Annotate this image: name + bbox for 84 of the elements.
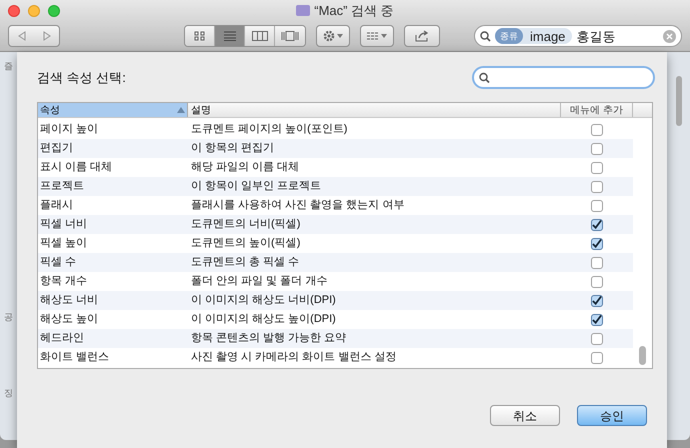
add-to-menu-checkbox[interactable]: [591, 200, 603, 212]
attribute-name: 화이트 밸런스: [39, 350, 110, 366]
attribute-description: 사진 촬영 시 카메라의 화이트 밸런스 설정: [190, 350, 398, 366]
column-header[interactable]: 메뉴에 추가: [561, 103, 633, 117]
caret-icon: [381, 34, 387, 38]
attribute-description: 이 항목이 일부인 프로젝트: [190, 179, 322, 194]
caret-icon: [337, 34, 343, 38]
attribute-description: 이 항목의 편집기: [190, 141, 276, 156]
attribute-description: 도큐멘트의 너비(픽셀): [190, 217, 302, 232]
arrange-button[interactable]: [360, 25, 394, 48]
view-mode-button[interactable]: [215, 26, 245, 46]
attribute-name: 표시 이름 대체: [39, 160, 114, 176]
forward-icon[interactable]: [42, 31, 50, 42]
attribute-description: 폴더 안의 파일 및 폴더 개수: [190, 274, 328, 290]
prompt-label: 검색 속성 선택:: [37, 68, 126, 87]
add-to-menu-checkbox[interactable]: [591, 276, 603, 288]
scroll-thumb[interactable]: [676, 76, 682, 126]
add-to-menu-checkbox[interactable]: [591, 162, 603, 174]
window-title: “Mac” 검색 중: [314, 2, 394, 20]
cover-flow-icon: [281, 31, 299, 42]
column-header[interactable]: 속성: [38, 103, 188, 117]
grid-icon: [367, 32, 379, 40]
attribute-description: 해당 파일의 이름 대체: [190, 160, 300, 176]
attribute-name: 플래시: [39, 198, 74, 214]
attribute-name: 항목 개수: [39, 274, 88, 290]
attribute-name: 페이지 높이: [39, 122, 100, 138]
search-token[interactable]: 종류 image: [495, 28, 572, 44]
add-to-menu-checkbox[interactable]: [591, 238, 603, 250]
sidebar-heading: 공: [4, 310, 13, 324]
attribute-name: 프로젝트: [39, 179, 85, 194]
attribute-description: 플래시를 사용하여 사진 촬영을 했는지 여부: [190, 198, 406, 214]
list-icon: [222, 31, 236, 42]
back-icon[interactable]: [18, 31, 26, 42]
gear-icon: [323, 30, 335, 42]
add-to-menu-checkbox[interactable]: [591, 256, 603, 268]
view-mode-button[interactable]: [185, 26, 215, 46]
icon-grid-icon: [194, 31, 206, 42]
add-to-menu-checkbox[interactable]: [591, 352, 603, 364]
minimize-icon[interactable]: [28, 4, 40, 17]
clear-icon[interactable]: [663, 30, 676, 43]
scroll-thumb[interactable]: [639, 346, 646, 365]
attribute-name: 픽셀 수: [39, 255, 78, 270]
view-mode-control[interactable]: [184, 25, 306, 48]
attribute-name: 픽셀 너비: [39, 217, 88, 232]
view-mode-button[interactable]: [245, 26, 275, 46]
attribute-description: 항목 콘텐츠의 발행 가능한 요약: [190, 331, 348, 346]
share-button[interactable]: [404, 25, 440, 48]
add-to-menu-checkbox[interactable]: [591, 142, 603, 154]
add-to-menu-checkbox[interactable]: [591, 294, 603, 306]
search-query: 홍길동: [576, 28, 616, 46]
dialog-button[interactable]: 취소: [490, 405, 560, 426]
add-to-menu-checkbox[interactable]: [591, 314, 603, 326]
attribute-name: 해상도 높이: [39, 312, 100, 328]
attribute-description: 도큐멘트 페이지의 높이(포인트): [190, 122, 348, 138]
token-value: image: [529, 28, 566, 46]
dialog-button[interactable]: 승인: [577, 405, 647, 426]
attribute-description: 도큐멘트의 높이(픽셀): [190, 236, 302, 252]
view-mode-button[interactable]: [275, 26, 305, 46]
columns-icon: [252, 31, 268, 42]
sidebar-heading: 징: [4, 387, 13, 400]
zoom-icon[interactable]: [48, 4, 60, 17]
attribute-description: 이 이미지의 해상도 너비(DPI): [190, 293, 337, 308]
action-button[interactable]: [316, 25, 350, 48]
share-icon: [415, 30, 429, 42]
attribute-search-field[interactable]: [472, 66, 655, 89]
folder-icon: [296, 5, 310, 16]
attribute-name: 헤드라인: [39, 331, 85, 346]
attribute-name: 편집기: [39, 141, 74, 156]
search-icon: [479, 72, 490, 84]
attribute-name: 픽셀 높이: [39, 236, 88, 252]
add-to-menu-checkbox[interactable]: [591, 124, 603, 136]
toolbar-search-field[interactable]: 종류 image 홍길동: [474, 25, 682, 48]
attribute-description: 이 이미지의 해상도 높이(DPI): [190, 312, 337, 328]
back-forward-control[interactable]: [8, 25, 60, 48]
sidebar-heading: 즐: [4, 60, 13, 73]
close-icon[interactable]: [8, 4, 20, 17]
search-icon: [480, 30, 491, 42]
attribute-name: 해상도 너비: [39, 293, 100, 308]
add-to-menu-checkbox[interactable]: [591, 180, 603, 192]
add-to-menu-checkbox[interactable]: [591, 332, 603, 344]
column-header[interactable]: 설명: [188, 103, 561, 117]
sort-ascending-icon: [177, 107, 185, 113]
attribute-description: 도큐멘트의 총 픽셀 수: [190, 255, 300, 270]
add-to-menu-checkbox[interactable]: [591, 218, 603, 230]
